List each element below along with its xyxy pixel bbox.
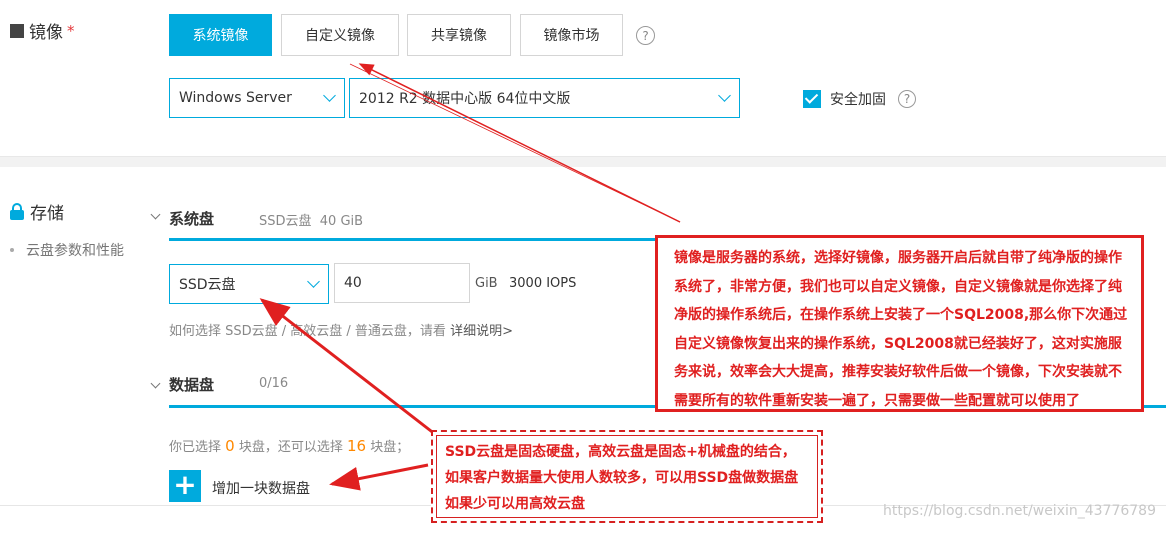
- annotation-image-note: 镜像是服务器的系统，选择好镜像，服务器开启后就自带了纯净版的操作 系统了，非常方…: [655, 235, 1144, 412]
- arrow-to-custom-image-tab: [358, 63, 681, 223]
- annotation-disk-note: SSD云盘是固态硬盘，高效云盘是固态+机械盘的结合， 如果客户数据量大使用人数较…: [431, 430, 823, 523]
- note1-line: 自定义镜像恢复出来的操作系统，SQL2008就已经装好了，这对实施服: [674, 335, 1122, 352]
- note1-line: 镜像是服务器的系统，选择好镜像，服务器开启后就自带了纯净版的操作: [674, 250, 1122, 266]
- arrow-to-custom-image-tab-shadow: [349, 63, 681, 223]
- note2-line: 如果客户数据量大使用人数较多，可以用SSD盘做数据盘: [445, 470, 799, 486]
- note2-line: 如果少可以用高效云盘: [445, 496, 585, 512]
- note1-line: 需要所有的软件重新安装一遍了，只需要做一些配置就可以使用了: [674, 392, 1080, 409]
- note1-line: 系统了，非常方便，我们也可以自定义镜像，自定义镜像就是你选择了纯: [674, 278, 1122, 295]
- arrow-to-ssd-select: [259, 298, 441, 440]
- arrow-to-add-disk: [329, 463, 429, 491]
- note1-line: 务来说，效率会大大提高，推荐安装好软件后做一个镜像，下次安装就不: [674, 364, 1122, 380]
- watermark: https://blog.csdn.net/weixin_43776789: [882, 503, 1156, 519]
- note1-line: 净版的操作系统后，在操作系统上安装了一个SQL2008,那么你下次通过: [674, 307, 1128, 323]
- note2-line: SSD云盘是固态硬盘，高效云盘是固态+机械盘的结合，: [445, 444, 796, 460]
